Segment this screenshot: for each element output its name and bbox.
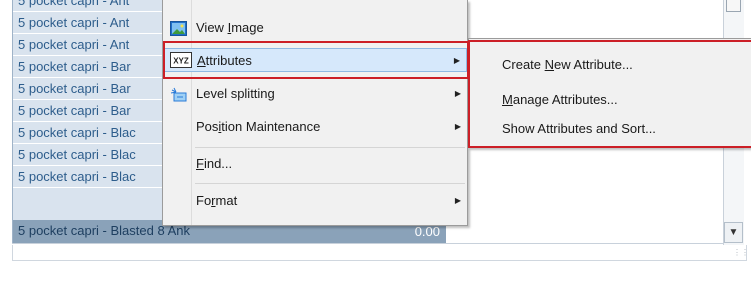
menu-item-level-splitting[interactable]: Level splitting ▶ bbox=[163, 82, 467, 106]
chevron-down-icon: ▼ bbox=[728, 227, 739, 238]
level-split-icon bbox=[170, 86, 187, 102]
submenu-arrow-icon: ▶ bbox=[454, 196, 461, 205]
attributes-highlight-outline bbox=[163, 41, 469, 79]
scrollbar-thumb[interactable] bbox=[726, 0, 741, 12]
resize-grip-icon[interactable]: ⋮⋮ bbox=[733, 249, 749, 260]
status-bar bbox=[12, 245, 747, 261]
menu-item-find[interactable]: Find... bbox=[163, 152, 467, 176]
grid-divider bbox=[12, 243, 724, 244]
submenu-arrow-icon: ▶ bbox=[454, 89, 461, 98]
menu-separator bbox=[195, 147, 465, 148]
menu-item-position-maintenance[interactable]: Position Maintenance ▶ bbox=[163, 115, 467, 139]
menu-separator bbox=[195, 183, 465, 184]
scroll-down-button[interactable]: ▼ bbox=[724, 222, 743, 243]
image-icon bbox=[170, 20, 187, 36]
submenu-highlight-outline bbox=[468, 40, 751, 148]
submenu-arrow-icon: ▶ bbox=[454, 122, 461, 131]
menu-item-view-image[interactable]: View Image bbox=[163, 16, 467, 40]
menu-item-format[interactable]: Format ▶ bbox=[163, 189, 467, 213]
